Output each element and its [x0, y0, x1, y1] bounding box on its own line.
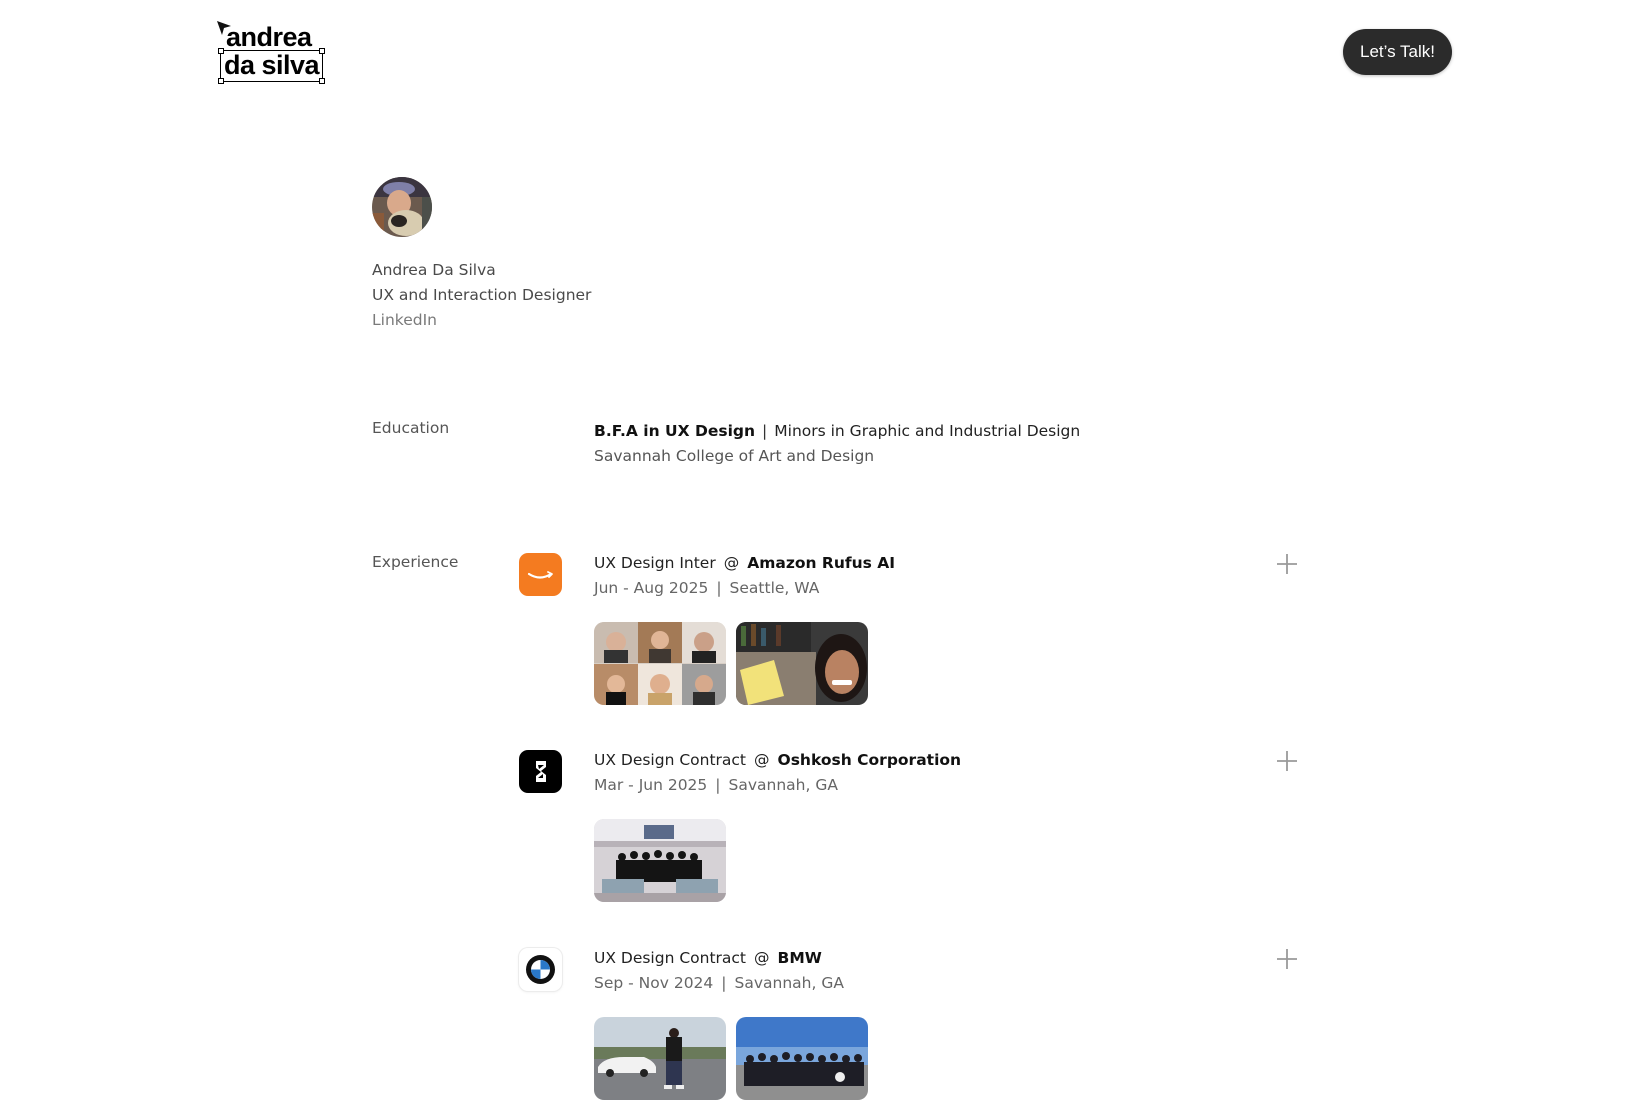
linkedin-link[interactable]: LinkedIn: [372, 311, 437, 329]
company-name: Oshkosh Corporation: [777, 751, 962, 769]
gallery-photo-group[interactable]: [736, 1017, 868, 1100]
job-dates: Sep - Nov 2024: [594, 974, 714, 992]
meta-separator: |: [715, 776, 721, 794]
gallery-photo-selfie[interactable]: [736, 622, 868, 705]
profile-name: Andrea Da Silva: [372, 261, 496, 279]
gallery-photo-video-call[interactable]: [594, 622, 726, 705]
job-title: UX Design Contract: [594, 949, 747, 967]
selection-handle: [218, 78, 224, 84]
degree-minors: Minors in Graphic and Industrial Design: [774, 422, 1081, 440]
oshkosh-icon: [519, 750, 562, 793]
bmw-roundel-icon: [519, 948, 562, 991]
avatar-photo: [372, 177, 432, 237]
job-location: Seattle, WA: [729, 579, 820, 597]
expand-plus-icon[interactable]: [1276, 948, 1298, 970]
at-symbol: @: [754, 751, 770, 769]
experience-label: Experience: [372, 553, 459, 571]
school-name: Savannah College of Art and Design: [594, 447, 875, 465]
meta-separator: |: [716, 579, 722, 597]
education-separator: |: [762, 422, 768, 440]
education-entry: B.F.A in UX Design | Minors in Graphic and…: [594, 419, 1080, 469]
at-symbol: @: [754, 949, 770, 967]
job-title: UX Design Inter: [594, 554, 716, 572]
job-title-line: UX Design Contract @ Oshkosh Corporation: [594, 751, 961, 769]
photo-gallery: [594, 1017, 868, 1100]
job-meta-line: Sep - Nov 2024 | Savannah, GA: [594, 974, 844, 992]
gallery-photo-car[interactable]: [594, 1017, 726, 1100]
photo-gallery: [594, 819, 726, 902]
avatar: [372, 177, 432, 237]
profile-info: Andrea Da Silva UX and Interaction Desig…: [372, 258, 591, 333]
logo-selection-box: da silva: [218, 48, 326, 84]
logo-text-first: andrea: [226, 22, 312, 52]
company-name: BMW: [777, 949, 822, 967]
education-label: Education: [372, 419, 450, 437]
job-location: Savannah, GA: [734, 974, 844, 992]
profile-role: UX and Interaction Designer: [372, 286, 592, 304]
amazon-smile-icon: [519, 553, 562, 596]
job-title-line: UX Design Inter @ Amazon Rufus AI: [594, 554, 895, 572]
lets-talk-button[interactable]: Let’s Talk!: [1343, 29, 1452, 75]
expand-plus-icon[interactable]: [1276, 750, 1298, 772]
site-logo[interactable]: andrea da silva: [216, 20, 326, 86]
selection-handle: [319, 78, 326, 84]
company-name: Amazon Rufus AI: [747, 554, 896, 572]
job-dates: Jun - Aug 2025: [594, 579, 709, 597]
selection-handle: [218, 48, 224, 54]
job-meta-line: Jun - Aug 2025 | Seattle, WA: [594, 579, 819, 597]
at-symbol: @: [723, 554, 740, 572]
job-title: UX Design Contract: [594, 751, 747, 769]
job-dates: Mar - Jun 2025: [594, 776, 708, 794]
job-meta-line: Mar - Jun 2025 | Savannah, GA: [594, 776, 838, 794]
gallery-photo-team[interactable]: [594, 819, 726, 902]
selection-handle: [319, 48, 326, 54]
job-location: Savannah, GA: [728, 776, 838, 794]
photo-gallery: [594, 622, 868, 705]
expand-plus-icon[interactable]: [1276, 553, 1298, 575]
logo-text-last: da silva: [224, 50, 320, 80]
meta-separator: |: [721, 974, 727, 992]
job-title-line: UX Design Contract @ BMW: [594, 949, 822, 967]
degree-title: B.F.A in UX Design: [594, 422, 756, 440]
